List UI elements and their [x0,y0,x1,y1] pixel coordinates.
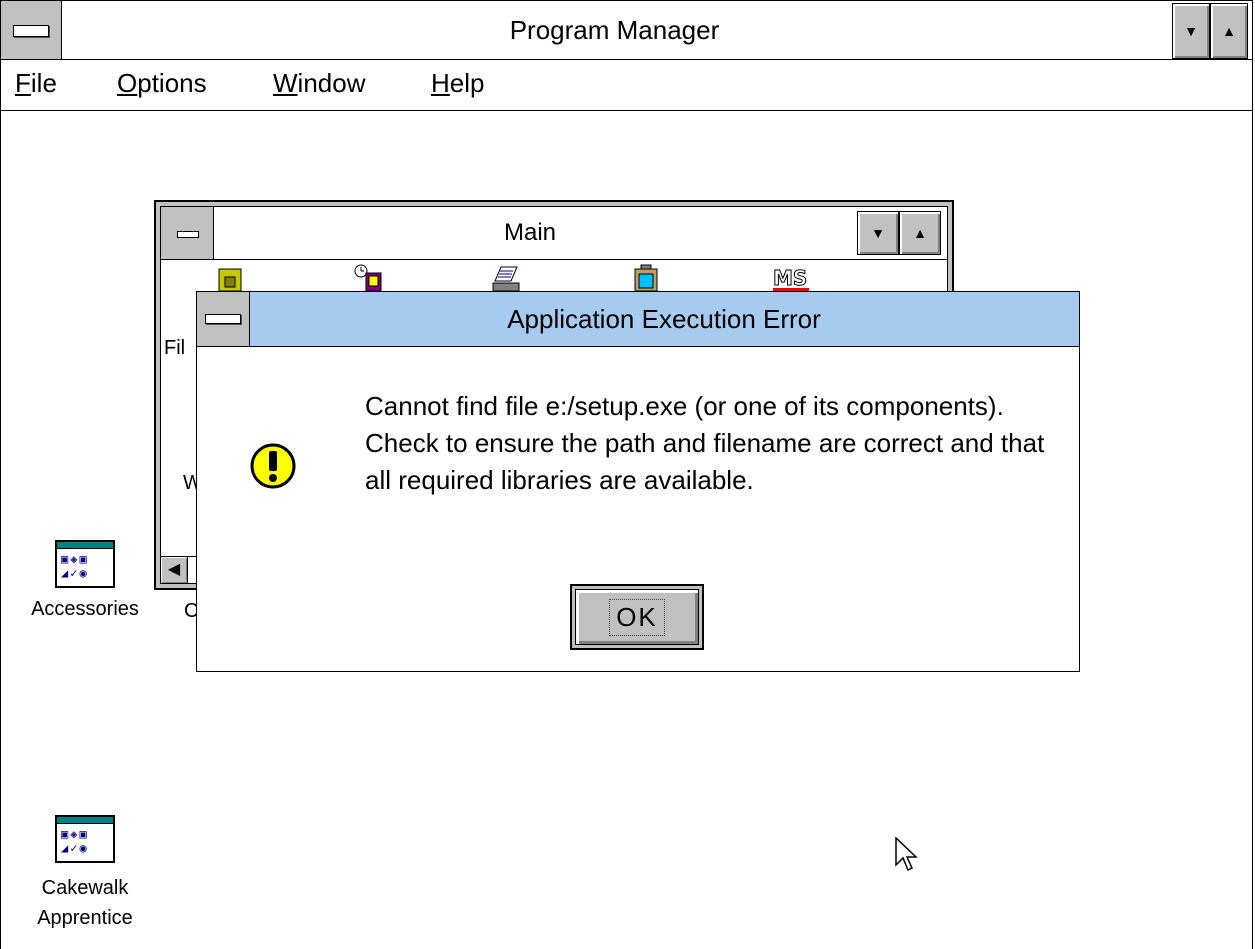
menu-window[interactable]: Window [273,60,365,110]
system-menu-button[interactable] [1,1,62,59]
application-execution-error-dialog: Application Execution Error Cannot find … [196,291,1080,672]
menu-window-rest: indow [297,68,366,98]
arrow-left-icon: ◀ [167,561,181,578]
svg-text:MS: MS [773,266,807,290]
menu-file-accel: F [15,68,31,98]
accessories-label: Accessories [31,598,139,620]
menu-window-accel: W [273,68,298,98]
minimize-button[interactable]: ▼ [1172,3,1210,59]
clipboard-icon[interactable] [631,263,661,293]
error-message: Cannot find file e:/setup.exe (or one of… [365,391,1045,495]
menu-help-accel: H [431,68,450,98]
dialog-titlebar[interactable]: Application Execution Error [197,292,1079,347]
main-maximize-button[interactable]: ▲ [899,211,941,255]
menu-help-rest: elp [449,68,485,98]
dialog-system-menu-button[interactable] [197,292,250,346]
program-manager-titlebar: Program Manager ▼ ▲ [0,0,1253,60]
triangle-up-icon: ▲ [1222,23,1236,39]
menu-bar: File Options Window Help [0,60,1253,111]
cakewalk-apprentice-group-icon[interactable]: ▣◈▣ ◢✓◉ Cakewalk Apprentice [20,815,150,933]
dialog-title: Application Execution Error [507,304,821,334]
window-title: Program Manager [509,15,720,45]
scroll-left-button[interactable]: ◀ [161,557,188,583]
print-manager-icon[interactable] [491,263,521,293]
triangle-up-icon: ▲ [913,225,927,241]
menu-options[interactable]: Options [117,60,207,110]
maximize-button[interactable]: ▲ [1210,3,1248,59]
ok-button-face: OK [575,589,699,645]
accessories-group-icon[interactable]: ▣◈▣ ◢✓◉ Accessories [10,540,160,621]
program-group-icon: ▣◈▣ ◢✓◉ [55,540,115,588]
mouse-pointer-icon [895,837,918,872]
menu-help[interactable]: Help [431,60,484,110]
system-menu-icon [177,231,199,238]
cakewalk-apprentice-label: Cakewalk Apprentice [37,877,133,929]
menu-options-rest: ptions [137,68,207,98]
main-minimize-button[interactable]: ▼ [857,211,899,255]
system-menu-icon [205,314,241,324]
main-item-label-file: Fil [164,337,186,359]
main-group-title: Main [503,219,557,246]
triangle-down-icon: ▼ [871,225,885,241]
menu-options-accel: O [117,68,138,98]
menu-file-rest: ile [30,68,57,98]
program-group-icon: ▣◈▣ ◢✓◉ [55,815,115,863]
file-manager-icon[interactable] [215,263,245,293]
menu-file[interactable]: File [15,60,57,110]
ok-button-label: OK [609,598,665,636]
clock-icon[interactable] [353,263,383,293]
exclamation-icon [250,443,296,489]
triangle-down-icon: ▼ [1184,23,1198,39]
ms-dos-icon[interactable]: MS [771,263,811,293]
system-menu-icon [13,25,49,37]
ok-button[interactable]: OK [570,584,704,650]
main-system-menu-button[interactable] [161,207,214,259]
main-group-titlebar[interactable]: Main ▼ ▲ [161,207,947,260]
